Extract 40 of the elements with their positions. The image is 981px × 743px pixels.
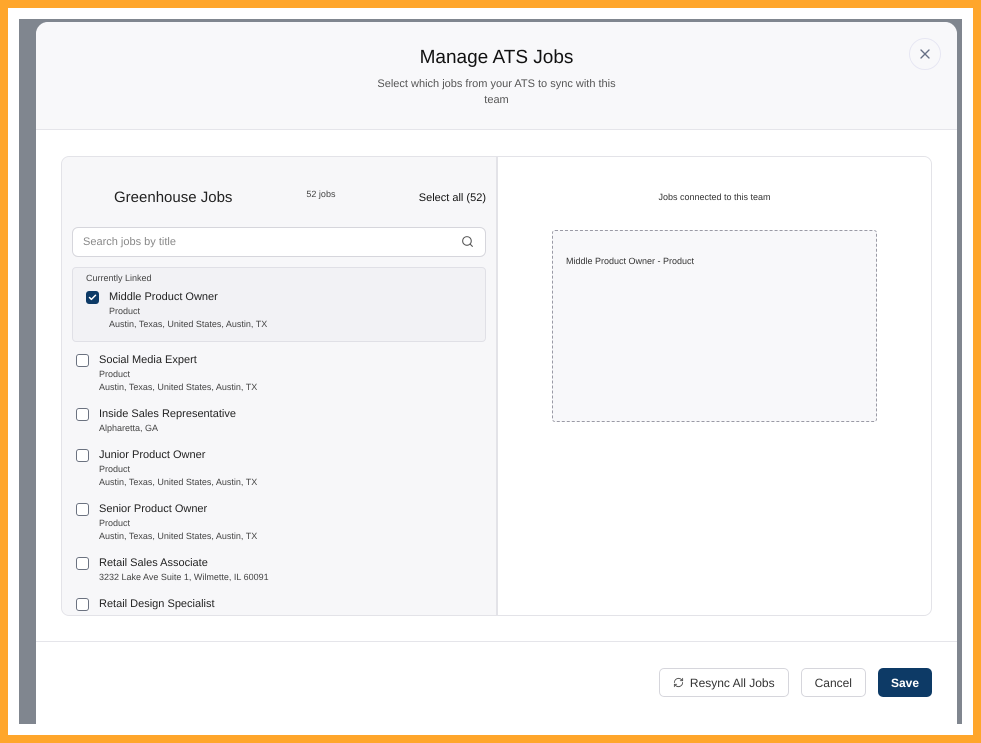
checkbox[interactable] <box>76 449 89 462</box>
checkbox[interactable] <box>76 354 89 367</box>
connected-job: Middle Product Owner - Product <box>566 254 696 268</box>
job-detail: 3232 Lake Ave Suite 1, Wilmette, IL 60091 <box>99 571 269 584</box>
job-detail: Product <box>99 517 132 530</box>
job-title: Inside Sales Representative <box>99 407 236 422</box>
checkbox[interactable] <box>86 291 99 304</box>
job-detail: Austin, Texas, United States, Austin, TX <box>99 530 258 543</box>
save-button[interactable]: Save <box>878 668 932 697</box>
job-title: Senior Product Owner <box>99 502 208 517</box>
job-detail: Product <box>109 305 142 318</box>
check-icon <box>88 293 97 302</box>
job-detail: Alpharetta, GA <box>99 422 160 435</box>
job-detail: Product <box>99 368 132 381</box>
job-detail: Product <box>99 463 132 476</box>
select-all-link[interactable]: Select all (52) <box>418 190 486 206</box>
checkbox[interactable] <box>76 503 89 516</box>
checkbox[interactable] <box>76 598 89 611</box>
section-heading: Currently Linked <box>86 272 153 285</box>
job-count: 52 jobs <box>306 188 336 202</box>
job-title: Retail Sales Associate <box>99 556 209 571</box>
search-icon <box>461 235 474 248</box>
search-field[interactable]: Search jobs by title <box>72 227 486 257</box>
checkbox[interactable] <box>76 557 89 570</box>
connected-heading: Jobs connected to this team <box>658 191 771 204</box>
job-detail: Austin, Texas, United States, Austin, TX <box>109 318 268 331</box>
checkbox[interactable] <box>76 408 89 421</box>
cancel-button[interactable]: Cancel <box>800 668 866 697</box>
job-title: Middle Product Owner <box>109 290 219 305</box>
dialog-subtitle: Select which jobs from your ATS to sync with this team <box>376 77 617 108</box>
resync-button[interactable]: Resync All Jobs <box>658 668 789 697</box>
job-detail: Austin, Texas, United States, Austin, TX <box>99 381 258 394</box>
dialog-title: Manage ATS Jobs <box>420 46 574 70</box>
panel-title: Greenhouse Jobs <box>114 188 232 208</box>
job-title: Social Media Expert <box>99 353 198 368</box>
job-title: Junior Product Owner <box>99 448 206 463</box>
refresh-icon <box>672 677 684 688</box>
job-detail: Austin, Texas, United States, Austin, TX <box>99 476 258 489</box>
close-button[interactable] <box>909 38 941 70</box>
job-title: Retail Design Specialist <box>99 597 215 612</box>
